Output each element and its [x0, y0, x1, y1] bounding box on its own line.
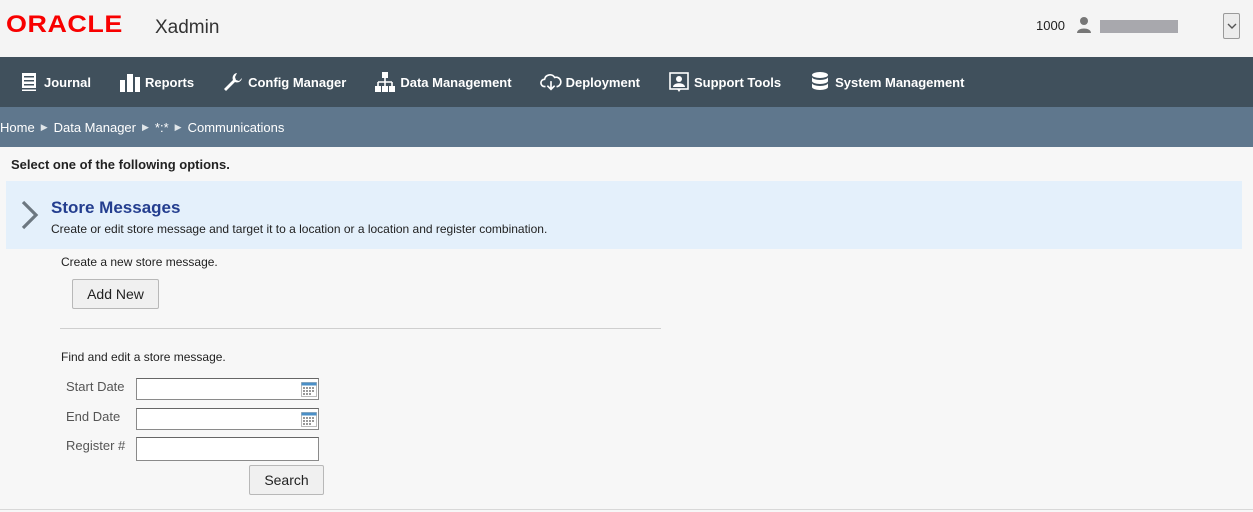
hierarchy-icon — [374, 71, 396, 93]
bar-chart-icon — [119, 71, 141, 93]
support-icon — [668, 71, 690, 93]
nav-label: System Management — [835, 74, 965, 90]
start-date-input[interactable] — [136, 378, 319, 400]
divider — [0, 509, 1253, 510]
nav-label: Data Management — [400, 74, 512, 90]
nav-data-management[interactable]: Data Management — [374, 57, 512, 107]
main-nav: Journal Reports Config Manager Data Mana… — [0, 57, 1253, 107]
nav-label: Config Manager — [248, 74, 347, 90]
nav-config-manager[interactable]: Config Manager — [222, 57, 346, 107]
breadcrumb-separator-icon: ▶ — [40, 121, 48, 132]
breadcrumb-data-manager[interactable]: Data Manager — [54, 120, 136, 135]
breadcrumb-home[interactable]: Home — [0, 120, 35, 135]
start-date-label: Start Date — [66, 379, 125, 394]
chevron-down-icon — [1227, 23, 1237, 29]
breadcrumb-separator-icon: ▶ — [142, 121, 149, 132]
end-date-label: End Date — [66, 409, 121, 424]
find-label: Find and edit a store message. — [61, 350, 226, 364]
user-icon — [1077, 17, 1091, 33]
nav-label: Reports — [144, 74, 195, 90]
page-instruction: Select one of the following options. — [11, 157, 230, 172]
nav-journal[interactable]: Journal — [18, 57, 91, 107]
oracle-logo: ORACLE — [6, 11, 123, 38]
section-description: Create or edit store message and target … — [51, 222, 548, 236]
divider — [60, 328, 661, 329]
chevron-right-icon — [21, 200, 39, 230]
register-input[interactable] — [136, 437, 319, 461]
user-name-redacted — [1100, 20, 1178, 33]
breadcrumb-communications: Communications — [187, 119, 285, 135]
nav-reports[interactable]: Reports — [119, 57, 194, 107]
add-new-button[interactable]: Add New — [72, 279, 159, 309]
app-header: ORACLE Xadmin 1000 — [0, 0, 1253, 57]
nav-label: Journal — [44, 74, 91, 90]
breadcrumb-location[interactable]: *:* — [155, 120, 169, 135]
database-icon — [809, 71, 831, 93]
nav-label: Support Tools — [693, 74, 782, 90]
journal-icon — [18, 71, 40, 93]
cloud-download-icon — [539, 71, 562, 93]
calendar-icon[interactable] — [301, 412, 317, 427]
nav-system-management[interactable]: System Management — [809, 57, 964, 107]
breadcrumb: Home ▶ Data Manager ▶ *:* ▶ Communicatio… — [0, 107, 1253, 147]
nav-label: Deployment — [565, 74, 640, 90]
wrench-icon — [222, 71, 244, 93]
breadcrumb-separator-icon: ▶ — [174, 121, 182, 132]
end-date-input[interactable] — [136, 408, 319, 430]
create-label: Create a new store message. — [61, 255, 218, 269]
register-label: Register # — [66, 438, 126, 453]
store-number: 1000 — [1036, 18, 1065, 33]
nav-support-tools[interactable]: Support Tools — [668, 57, 781, 107]
section-title[interactable]: Store Messages — [51, 198, 180, 218]
search-button[interactable]: Search — [249, 465, 324, 495]
app-name: Xadmin — [155, 17, 220, 38]
user-menu-button[interactable] — [1223, 13, 1240, 39]
nav-deployment[interactable]: Deployment — [539, 57, 640, 107]
calendar-icon[interactable] — [301, 382, 317, 397]
store-messages-panel[interactable]: Store Messages Create or edit store mess… — [6, 181, 1242, 249]
